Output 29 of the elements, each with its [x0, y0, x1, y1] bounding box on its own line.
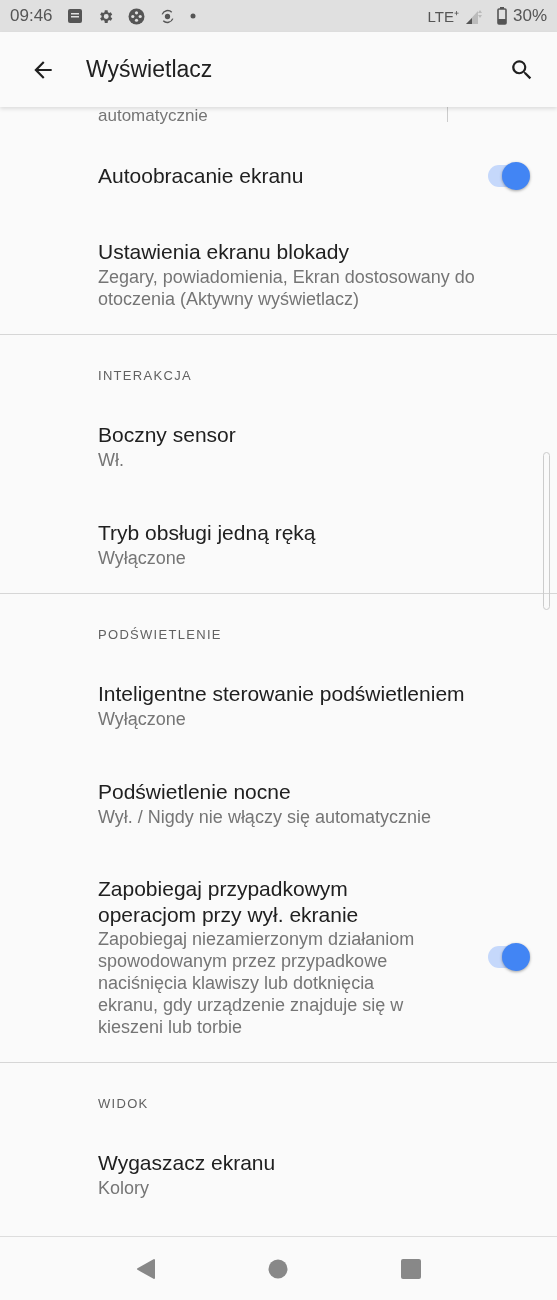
setting-summary: Zapobiegaj niezamierzonym działaniom spowodowanym przez przypadkowe naciśnięcia klawiszy lub dotknięcia ekranu, gdy urządzenie znajduje się w kieszeni lub torbie: [98, 928, 416, 1038]
setting-title[interactable]: Inteligentne sterowanie podświetleniem: [98, 680, 497, 708]
network-type: LTE⁺: [427, 7, 459, 26]
section-header: WIDOK: [97, 1095, 150, 1113]
notification-icon: [66, 8, 83, 24]
setting-summary: automatycznie: [98, 107, 208, 127]
gamepad-icon: [127, 7, 145, 25]
setting-title[interactable]: Ustawienia ekranu blokady: [98, 238, 497, 266]
setting-title[interactable]: Podświetlenie nocne: [98, 778, 497, 806]
battery-percent: 30%: [512, 6, 547, 26]
setting-summary: Wyłączone: [98, 547, 187, 569]
setting-summary: Wł.: [98, 449, 125, 471]
setting-summary: Zegary, powiadomienia, Ekran dostosowany do otoczenia (Aktywny wyświetlacz): [98, 266, 476, 310]
setting-title[interactable]: Autoobracanie ekranu: [98, 162, 418, 190]
setting-title[interactable]: Zapobiegaj przypadkowym operacjom przy wył. ekranie: [98, 876, 418, 928]
toggle-switch[interactable]: [488, 946, 528, 968]
setting-summary: Wyłączone: [98, 708, 187, 730]
battery-icon: [496, 7, 507, 25]
toggle-switch[interactable]: [488, 165, 528, 187]
setting-title[interactable]: Tryb obsługi jedną ręką: [98, 519, 497, 547]
screen-title: Wyświetlacz: [86, 56, 214, 83]
setting-title[interactable]: Wygaszacz ekranu: [98, 1149, 497, 1177]
status-time: 09:46: [10, 6, 53, 26]
section-header: INTERAKCJA: [97, 367, 193, 385]
setting-summary: Wył. / Nigdy nie włączy się automatycznie: [98, 806, 432, 828]
dot-icon: [189, 13, 196, 19]
section-header: PODŚWIETLENIE: [97, 626, 223, 644]
setting-summary: Kolory: [98, 1177, 151, 1199]
setting-title[interactable]: Boczny sensor: [98, 421, 497, 449]
